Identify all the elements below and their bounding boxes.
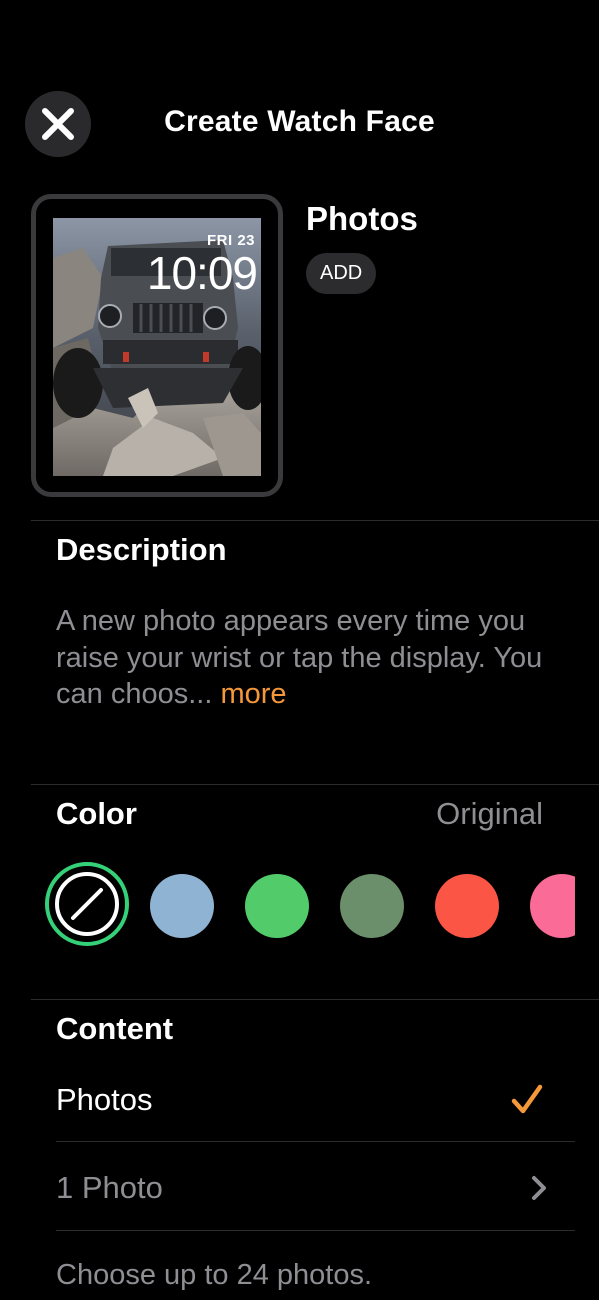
color-swatches [0, 862, 575, 952]
content-option-photos[interactable]: Photos [56, 1077, 575, 1123]
description-body: A new photo appears every time you raise… [56, 605, 543, 710]
face-name: Photos [306, 200, 418, 237]
divider [31, 520, 599, 521]
option-label: Photos [56, 1082, 153, 1117]
divider [31, 784, 599, 785]
option-label: 1 Photo [56, 1170, 163, 1205]
divider [31, 999, 599, 1000]
description-title: Description [56, 532, 227, 567]
swatch-green[interactable] [245, 874, 309, 938]
chevron-right-icon [532, 1176, 546, 1200]
swatch-blue[interactable] [150, 874, 214, 938]
color-title: Color [56, 796, 137, 831]
page-title: Create Watch Face [164, 105, 435, 138]
original-color-icon [55, 872, 119, 936]
divider [56, 1230, 575, 1231]
footer-note: Choose up to 24 photos. [56, 1259, 373, 1291]
swatch-original[interactable] [45, 862, 129, 946]
watch-face-preview[interactable]: FRI 23 10:09 [31, 194, 283, 497]
content-title: Content [56, 1011, 174, 1046]
more-link[interactable]: more [220, 678, 286, 710]
watch-time: 10:09 [146, 247, 258, 299]
divider [56, 1141, 575, 1142]
swatch-red[interactable] [435, 874, 499, 938]
watch-photo: FRI 23 10:09 [53, 218, 261, 476]
swatch-sage[interactable] [340, 874, 404, 938]
swatch-pink[interactable] [530, 874, 575, 938]
checkmark-icon [511, 1084, 543, 1114]
add-button[interactable]: ADD [306, 253, 377, 294]
content-option-photo-count[interactable]: 1 Photo [56, 1165, 575, 1211]
description-text: A new photo appears every time you raise… [56, 603, 556, 713]
color-value: Original [436, 796, 543, 831]
